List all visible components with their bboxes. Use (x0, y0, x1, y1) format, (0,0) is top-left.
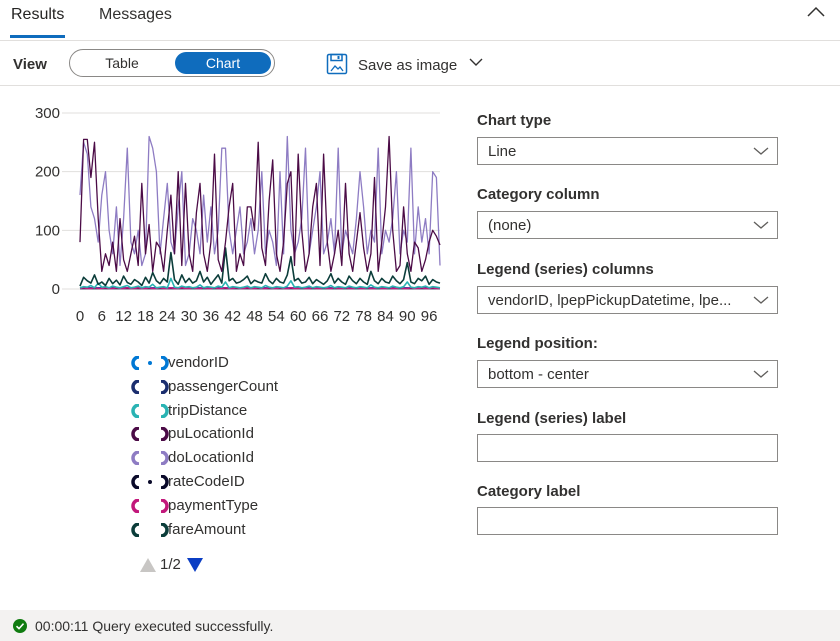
view-table-option[interactable]: Table (73, 52, 171, 74)
chart-toolbar: View Table Chart Save as image (0, 41, 840, 86)
x-tick-label: 72 (333, 308, 350, 325)
legend-columns-label: Legend (series) columns (477, 261, 654, 278)
save-as-image-label: Save as image (358, 57, 458, 74)
x-tick-label: 96 (421, 308, 438, 325)
legend-item-label: puLocationId (168, 425, 254, 443)
category-column-dropdown[interactable]: (none) (477, 211, 778, 239)
chevron-up-icon[interactable] (806, 4, 826, 20)
status-bar: 00:00:11 Query executed successfully. (0, 610, 840, 641)
x-tick-label: 6 (98, 308, 106, 325)
y-tick-label: 300 (35, 105, 60, 122)
legend-swatch-icon (131, 475, 169, 489)
x-tick-label: 48 (246, 308, 263, 325)
x-tick-label: 18 (137, 308, 154, 325)
x-tick-label: 0 (76, 308, 84, 325)
legend-swatch-icon (131, 451, 169, 466)
chevron-down-icon (753, 147, 769, 155)
legend-swatch-icon (131, 403, 169, 418)
legend-item-label: fareAmount (168, 520, 246, 538)
legend-item-label: paymentType (168, 496, 259, 514)
legend-item-label: doLocationId (168, 449, 254, 467)
view-label: View (13, 56, 47, 73)
x-tick-label: 78 (355, 308, 372, 325)
view-chart-option[interactable]: Chart (175, 52, 271, 74)
legend-item-label: tripDistance (168, 401, 248, 419)
chart-type-value: Line (488, 143, 517, 160)
line-chart: 300 200 100 0 0 6 12 18 24 30 36 42 48 54 60 66 72 78 84 90… (0, 90, 460, 330)
x-tick-label: 84 (377, 308, 394, 325)
legend-position-value: bottom - center (488, 366, 589, 383)
x-tick-label: 36 (203, 308, 220, 325)
legend-swatch-icon (131, 379, 169, 394)
chart-type-label: Chart type (477, 112, 552, 129)
category-label-input[interactable] (477, 507, 778, 535)
tab-results[interactable]: Results (9, 6, 66, 38)
legend-swatch-icon (131, 356, 169, 370)
x-tick-label: 12 (115, 308, 132, 325)
legend-swatch-icon (131, 427, 169, 442)
legend-position-dropdown[interactable]: bottom - center (477, 360, 778, 388)
save-image-icon (326, 53, 348, 75)
chevron-down-icon (753, 296, 769, 304)
legend-next-page-icon[interactable] (187, 558, 203, 572)
legend-page-indicator: 1/2 (160, 556, 181, 573)
legend-swatch-icon (131, 522, 169, 537)
y-tick-label: 200 (35, 164, 60, 181)
x-tick-label: 24 (159, 308, 176, 325)
x-tick-label: 90 (399, 308, 416, 325)
legend-item-label: passengerCount (168, 377, 279, 395)
x-tick-label: 42 (224, 308, 241, 325)
x-tick-label: 54 (268, 308, 285, 325)
chevron-down-icon (753, 221, 769, 229)
category-column-value: (none) (488, 217, 532, 234)
legend-columns-dropdown[interactable]: vendorID, lpepPickupDatetime, lpe... (477, 286, 778, 314)
legend-swatch-icon (131, 498, 169, 513)
line-chart-svg: 30020010000 6 12 18 24 30 36 42 48 54 60 66 72 78 84 90… (35, 105, 441, 325)
x-tick-label: 66 (312, 308, 329, 325)
x-tick-label: 60 (290, 308, 307, 325)
legend-columns-value: vendorID, lpepPickupDatetime, lpe... (488, 292, 732, 309)
category-column-label: Category column (477, 186, 600, 203)
chevron-down-icon[interactable] (469, 57, 483, 67)
chevron-down-icon (753, 370, 769, 378)
legend-position-label: Legend position: (477, 335, 598, 352)
category-label-label: Category label (477, 483, 581, 500)
legend-series-label-label: Legend (series) label (477, 410, 627, 427)
legend-item-label: rateCodeID (168, 473, 245, 490)
success-check-icon (13, 619, 27, 633)
result-tabs: Results Messages (0, 0, 840, 41)
y-tick-label: 0 (52, 281, 60, 298)
view-toggle: Table Chart (69, 49, 275, 77)
legend-series-label-input[interactable] (477, 434, 778, 462)
x-tick-label: 30 (181, 308, 198, 325)
legend-item-label: vendorID (168, 354, 229, 371)
y-tick-label: 100 (35, 222, 60, 239)
status-message: 00:00:11 Query executed successfully. (35, 618, 274, 634)
tab-messages[interactable]: Messages (99, 6, 172, 24)
legend-prev-page-icon[interactable] (140, 558, 156, 572)
chart-type-dropdown[interactable]: Line (477, 137, 778, 165)
